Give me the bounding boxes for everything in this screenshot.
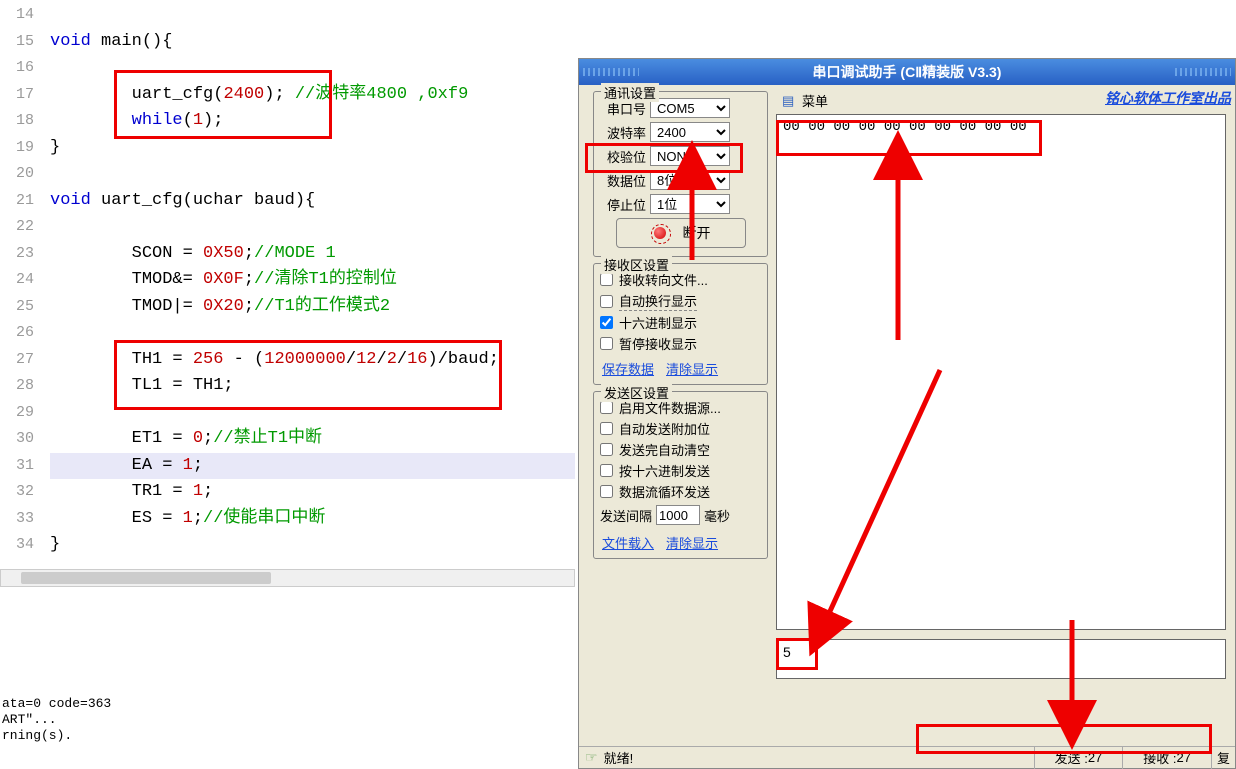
rx-data: 00 00 00 00 00 00 00 00 00 00 xyxy=(783,119,1027,135)
tx-extra-checkbox[interactable] xyxy=(600,422,613,435)
tx-loop-checkbox[interactable] xyxy=(600,485,613,498)
status-reset[interactable]: 复 xyxy=(1211,747,1235,769)
tx-interval-unit: 毫秒 xyxy=(704,506,730,525)
editor-code[interactable]: void main(){ uart_cfg(2400); //波特率4800 ,… xyxy=(42,0,575,595)
status-icon: ☞ xyxy=(585,749,598,766)
rx-legend: 接收区设置 xyxy=(601,255,672,274)
right-panel: ▤ 菜单 00 00 00 00 00 00 00 00 00 00 5 xyxy=(772,85,1235,746)
tx-interval-label: 发送间隔 xyxy=(600,506,652,525)
rx-hex-checkbox[interactable] xyxy=(600,316,613,329)
stopbits-label: 停止位 xyxy=(600,195,646,214)
tx-clear-link[interactable]: 清除显示 xyxy=(666,533,718,552)
rx-save-link[interactable]: 保存数据 xyxy=(602,359,654,378)
tx-text-area[interactable]: 5 xyxy=(776,639,1226,679)
databits-label: 数据位 xyxy=(600,171,646,190)
build-output: ata=0 code=363 ART"... rning(s). xyxy=(0,696,575,744)
rx-text-area[interactable]: 00 00 00 00 00 00 00 00 00 00 xyxy=(776,114,1226,630)
comm-group: 通讯设置 串口号 COM5 波特率 2400 校验位 NONE 数据位 8位 xyxy=(593,91,768,257)
tx-group: 发送区设置 启用文件数据源... 自动发送附加位 发送完自动清空 按十六进制发送… xyxy=(593,391,768,559)
disconnect-button[interactable]: 断开 xyxy=(616,218,746,248)
scrollbar-thumb[interactable] xyxy=(21,572,271,584)
window-body: 通讯设置 串口号 COM5 波特率 2400 校验位 NONE 数据位 8位 xyxy=(579,85,1235,746)
rx-wrap-checkbox[interactable] xyxy=(600,295,613,308)
rx-group: 接收区设置 接收转向文件... 自动换行显示 十六进制显示 暂停接收显示 保存数… xyxy=(593,263,768,385)
tx-interval-input[interactable] xyxy=(656,505,700,525)
parity-select[interactable]: NONE xyxy=(650,146,730,166)
rx-clear-link[interactable]: 清除显示 xyxy=(666,359,718,378)
build-line: ART"... xyxy=(2,712,575,728)
parity-label: 校验位 xyxy=(600,147,646,166)
serial-tool-window: 串口调试助手 (CⅡ精装版 V3.3) 铭心软体工作室出品 通讯设置 串口号 C… xyxy=(578,58,1236,769)
tx-file-load-link[interactable]: 文件载入 xyxy=(602,533,654,552)
code-editor: 1415161718192021222324252627282930313233… xyxy=(0,0,575,595)
disconnect-label: 断开 xyxy=(683,223,711,243)
status-ready: 就绪! xyxy=(604,748,634,767)
tx-hex-checkbox[interactable] xyxy=(600,464,613,477)
baud-label: 波特率 xyxy=(600,123,646,142)
rx-pause-checkbox[interactable] xyxy=(600,337,613,350)
status-bar: ☞ 就绪! 发送 : 27 接收 : 27 复 xyxy=(579,746,1235,768)
status-sent: 发送 : 27 xyxy=(1034,747,1123,769)
editor-gutter: 1415161718192021222324252627282930313233… xyxy=(0,0,42,595)
menu-label: 菜单 xyxy=(802,91,828,110)
rx-to-file-checkbox[interactable] xyxy=(600,273,613,286)
comm-legend: 通讯设置 xyxy=(601,83,659,102)
build-line: ata=0 code=363 xyxy=(2,696,575,712)
editor-h-scrollbar[interactable] xyxy=(0,569,575,587)
menu-icon: ▤ xyxy=(782,94,796,108)
window-title: 串口调试助手 (CⅡ精装版 V3.3) xyxy=(639,62,1175,82)
databits-select[interactable]: 8位 xyxy=(650,170,730,190)
left-panel: 通讯设置 串口号 COM5 波特率 2400 校验位 NONE 数据位 8位 xyxy=(579,85,772,746)
build-line: rning(s). xyxy=(2,728,575,744)
connection-icon xyxy=(651,224,669,242)
port-select[interactable]: COM5 xyxy=(650,98,730,118)
tx-data: 5 xyxy=(783,644,791,660)
tx-filesrc-checkbox[interactable] xyxy=(600,401,613,414)
stopbits-select[interactable]: 1位 xyxy=(650,194,730,214)
title-bar[interactable]: 串口调试助手 (CⅡ精装版 V3.3) xyxy=(579,59,1235,85)
tx-autoclear-checkbox[interactable] xyxy=(600,443,613,456)
status-recv: 接收 : 27 xyxy=(1122,747,1211,769)
tx-legend: 发送区设置 xyxy=(601,383,672,402)
menu-button[interactable]: ▤ 菜单 xyxy=(776,91,1231,110)
baud-select[interactable]: 2400 xyxy=(650,122,730,142)
